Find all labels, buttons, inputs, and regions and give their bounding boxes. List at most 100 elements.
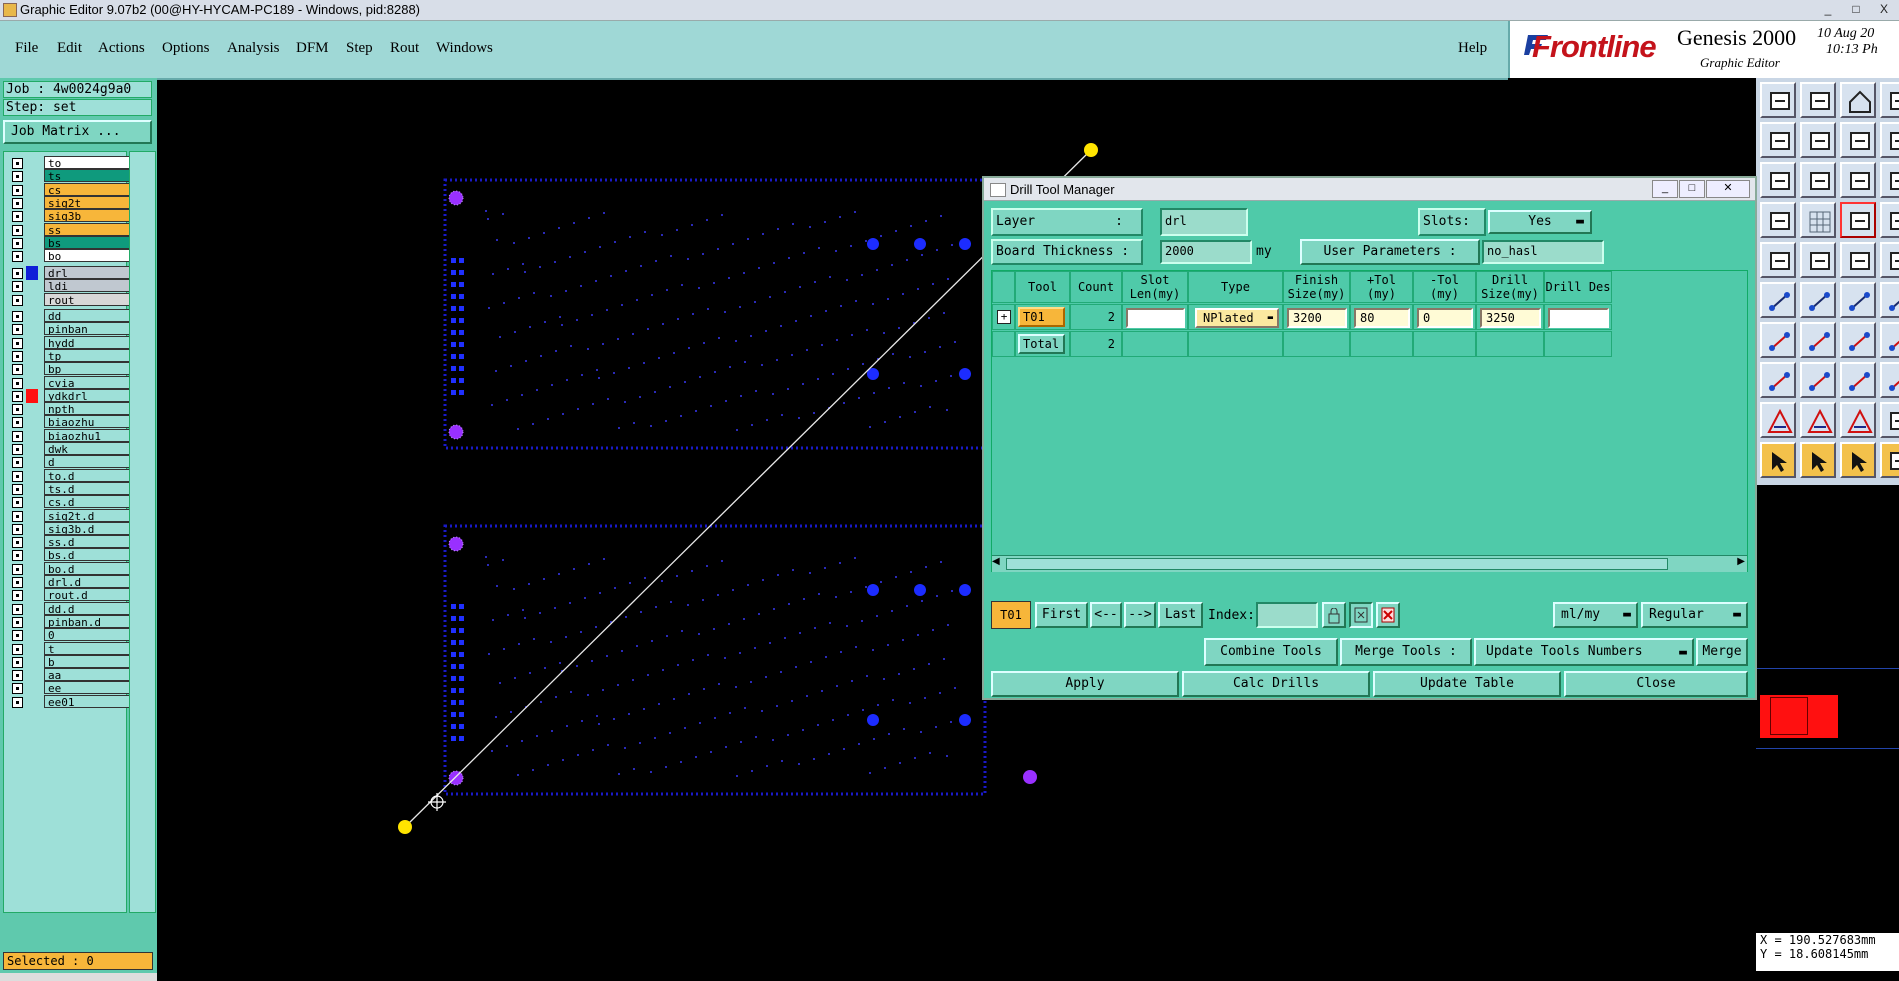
layer-row[interactable]: dd (12, 309, 134, 323)
tool-name-button[interactable]: T01 (1018, 307, 1065, 327)
layer-name[interactable]: to (44, 156, 134, 169)
frame-icon[interactable] (1880, 82, 1899, 118)
column-header[interactable]: Type (1188, 271, 1283, 303)
layer-name[interactable]: ldi (44, 279, 134, 293)
layer-row[interactable]: bo (12, 249, 134, 263)
layer-name[interactable]: pinban (44, 322, 134, 336)
layer-checkbox[interactable] (12, 683, 23, 695)
layer-row[interactable]: tp (12, 348, 134, 363)
layer-name[interactable]: biaozhu (44, 415, 134, 429)
layer-row[interactable]: biaozhu (12, 415, 134, 429)
layer-row[interactable]: drl.d (12, 575, 134, 589)
layer-checkbox[interactable] (12, 337, 23, 349)
layer-checkbox[interactable] (12, 430, 23, 442)
last-button[interactable]: Last (1158, 602, 1203, 628)
layer-row[interactable]: bp (12, 362, 134, 376)
maximize-button[interactable]: □ (1843, 2, 1869, 16)
layer-row[interactable]: dd.d (12, 601, 134, 616)
layer-row[interactable]: pinban (12, 322, 134, 336)
select-arrow-2-icon[interactable] (1800, 442, 1836, 478)
calc-drills-button[interactable]: Calc Drills (1182, 671, 1370, 697)
layer-row[interactable]: t (12, 641, 134, 656)
layer-name[interactable]: drl (44, 266, 134, 279)
layer-checkbox[interactable] (12, 404, 23, 416)
layer-name[interactable]: dd (44, 309, 134, 322)
layer-checkbox[interactable] (12, 281, 23, 293)
layer-name[interactable]: bs.d (44, 548, 134, 562)
layer-row[interactable]: hydd (12, 335, 134, 350)
layer-checkbox[interactable] (12, 630, 23, 642)
index-field[interactable] (1256, 602, 1318, 628)
triangle-icon[interactable] (1760, 402, 1796, 438)
combine-tools-button[interactable]: Combine Tools (1204, 638, 1338, 666)
layer-row[interactable]: ldi (12, 279, 134, 293)
layer-checkbox[interactable] (12, 390, 23, 402)
layer-checkbox[interactable] (12, 417, 23, 429)
layer-checkbox[interactable] (12, 577, 23, 588)
menu-actions[interactable]: Actions (98, 40, 145, 57)
measure-icon[interactable] (1840, 202, 1876, 238)
node-icon[interactable] (1840, 282, 1876, 318)
layer-name[interactable]: ss.d (44, 535, 134, 549)
layer-row[interactable]: d (12, 455, 134, 469)
clear-icon[interactable] (1376, 602, 1400, 628)
layer-row[interactable]: sig3b.d (12, 521, 134, 536)
finish-input[interactable]: 3200 (1287, 308, 1347, 328)
layer-field[interactable]: drl (1160, 208, 1248, 236)
update-tools-numbers-dropdown[interactable]: Update Tools Numbers ▬ (1474, 638, 1694, 666)
slot-filter-icon[interactable] (1349, 602, 1373, 628)
layer-checkbox[interactable] (12, 537, 23, 549)
menu-file[interactable]: File (15, 40, 38, 57)
menu-windows[interactable]: Windows (436, 40, 493, 57)
update-table-button[interactable]: Update Table (1373, 671, 1561, 697)
triangle-3-icon[interactable] (1840, 402, 1876, 438)
window-close-button[interactable]: X (1871, 2, 1897, 16)
layer-row[interactable]: rout (12, 292, 134, 307)
frame-icon[interactable] (1880, 162, 1899, 198)
slot_len-input[interactable] (1126, 308, 1185, 328)
layer-checkbox[interactable] (12, 268, 23, 279)
layer-name[interactable]: ydkdrl (44, 388, 134, 402)
plus_tol-input[interactable]: 80 (1354, 308, 1410, 328)
layer-row[interactable]: cs.d (12, 495, 134, 509)
layer-row[interactable]: npth (12, 402, 134, 416)
layer-checkbox[interactable] (12, 197, 23, 209)
des-input[interactable] (1548, 308, 1609, 328)
layer-name[interactable]: d (44, 455, 134, 469)
layer-name[interactable]: to.d (44, 468, 134, 482)
layer-name[interactable]: cvia (44, 375, 134, 389)
layer-checkbox[interactable] (12, 184, 23, 196)
layer-checkbox[interactable] (12, 237, 23, 249)
layer-row[interactable]: to.d (12, 468, 134, 483)
move-right-icon[interactable] (1800, 122, 1836, 158)
layer-name[interactable]: biaozhu1 (44, 428, 134, 442)
layer-row[interactable]: ss.d (12, 535, 134, 549)
layer-row[interactable]: rout.d (12, 588, 134, 602)
layer-name[interactable]: drl.d (44, 575, 134, 588)
layer-checkbox[interactable] (12, 603, 23, 615)
frame-icon[interactable] (1880, 442, 1899, 478)
lock-icon[interactable] (1322, 602, 1346, 628)
layer-name[interactable]: pinban.d (44, 614, 134, 628)
column-header[interactable]: Drill Size(my) (1476, 271, 1544, 303)
layer-row[interactable]: ee01 (12, 694, 134, 709)
line-icon[interactable] (1760, 322, 1796, 358)
pan-icon[interactable] (1800, 162, 1836, 198)
overview-viewport[interactable] (1770, 697, 1808, 735)
layer-checkbox[interactable] (12, 211, 23, 223)
layer-checkbox[interactable] (12, 670, 23, 682)
snap-icon[interactable] (1760, 202, 1796, 238)
layer-row[interactable]: sig3b (12, 209, 134, 223)
layer-row[interactable]: ts.d (12, 481, 134, 496)
dialog-minimize-button[interactable]: _ (1652, 180, 1678, 198)
layer-name[interactable]: bs (44, 235, 134, 249)
column-header[interactable]: Slot Len(my) (1122, 271, 1188, 303)
layer-checkbox[interactable] (12, 563, 23, 575)
layer-row[interactable]: sig2t (12, 195, 134, 210)
layer-name[interactable]: ts.d (44, 481, 134, 495)
dash-icon[interactable] (1800, 362, 1836, 398)
layer-row[interactable]: sig2t.d (12, 508, 134, 523)
frame-icon[interactable] (1880, 362, 1899, 398)
horizontal-scrollbar[interactable]: ◀ ▶ (992, 555, 1747, 572)
ruler-icon[interactable] (1840, 242, 1876, 278)
